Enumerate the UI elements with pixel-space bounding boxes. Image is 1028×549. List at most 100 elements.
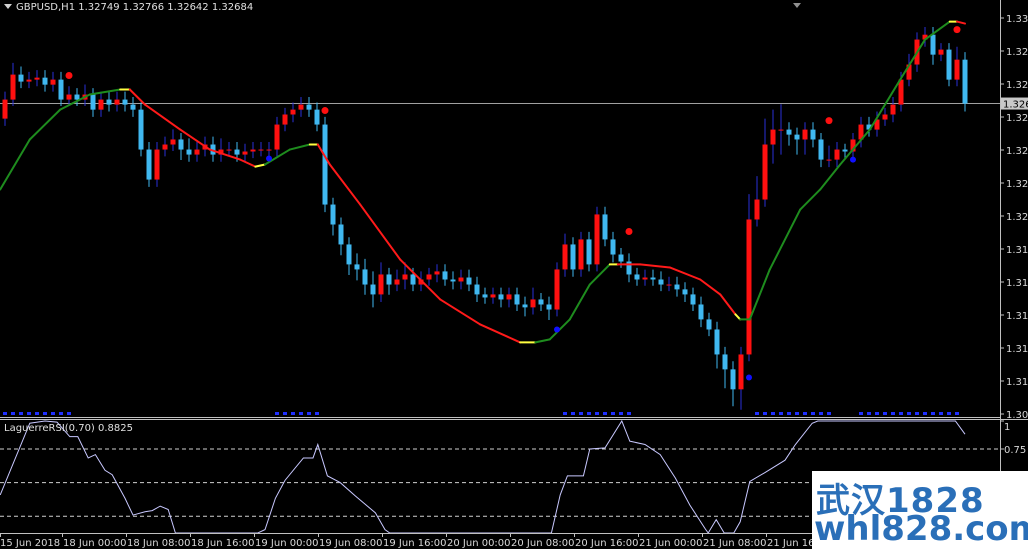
candle-body [730,369,736,390]
sell-signal-dot [625,228,633,236]
candle-body [266,149,272,151]
candle-body [18,74,24,82]
signal-bar-marker [771,412,775,415]
candle-body [458,277,464,282]
chart-title: GBPUSD,H1 1.32749 1.32766 1.32642 1.3268… [4,2,253,13]
buy-signal-dot [746,374,752,381]
x-tick-label: 21 Jun 00:00 [639,538,703,549]
candle-body [834,149,840,160]
candle-body [282,114,288,125]
candle-body [762,144,768,200]
candle-body [786,129,792,135]
dropdown-triangle-icon[interactable] [4,4,12,9]
candle-body [746,219,752,355]
candle-body [306,104,312,110]
candle-body [530,299,536,308]
signal-bar-marker [619,412,623,415]
candle-body [250,149,256,152]
x-tick-label: 20 Jun 16:00 [575,538,639,549]
candle-body [194,149,200,155]
candle-body [498,294,504,300]
signal-bar-marker [955,412,959,415]
candle-body [754,199,760,220]
candle-body [690,294,696,305]
y-tick-label: 1.320 [1006,212,1028,223]
sell-signal-dot [953,26,961,34]
candle-body [378,274,384,295]
candle-body [370,284,376,295]
candle-body [114,99,120,105]
signal-bar-marker [563,412,567,415]
y-tick-label: 1.315 [1006,311,1028,322]
buy-signal-dot [266,155,272,162]
y-tick-label: 1.318 [1006,245,1028,256]
candle-body [178,139,184,150]
signal-bar-marker [947,412,951,415]
watermark-line2: whl828.com [814,509,1028,549]
candle-body [586,239,592,265]
candle-body [338,224,344,245]
x-tick-label: 19 Jun 00:00 [255,538,319,549]
signal-bar-marker [51,412,55,415]
signal-bar-marker [595,412,599,415]
x-tick-label: 19 Jun 16:00 [383,538,447,549]
x-tick-label: 19 Jun 08:00 [319,538,383,549]
signal-bar-marker [795,412,799,415]
candle-body [618,254,624,262]
candle-body [226,149,232,151]
candle-body [650,277,656,280]
candle-body [490,294,496,298]
candle-body [426,274,432,280]
candle-body [898,79,904,105]
price-chart[interactable]: 1.331 1.329 1.328 1.326 1.324 1.322 1.320 1.318… [0,0,1028,549]
candle-body [66,94,72,100]
candle-body [234,149,240,155]
candle-body [474,284,480,295]
rsi-y-tick-label: 0.75 [1004,445,1026,456]
x-tick-label: 18 Jun 00:00 [63,538,127,549]
candle-body [42,77,48,85]
candle-body [466,277,472,285]
signal-bar-marker [611,412,615,415]
candle-body [562,244,568,270]
signal-bar-marker [283,412,287,415]
candle-body [450,279,456,282]
candle-body [890,104,896,115]
signal-bar-marker [275,412,279,415]
candle-body [330,204,336,225]
signal-bar-marker [827,412,831,415]
signal-bar-marker [307,412,311,415]
sell-signal-dot [321,107,329,115]
candle-body [946,49,952,80]
signal-bar-marker [35,412,39,415]
candle-body [106,99,112,105]
candle [962,52,968,112]
candle-body [258,149,264,151]
candle-body [658,279,664,285]
candle-body [58,79,64,100]
candle-body [930,34,936,55]
x-tick-label: 20 Jun 08:00 [511,538,575,549]
watermark: 武汉1828 whl828.com [812,471,1028,549]
x-tick-label: 18 Jun 16:00 [191,538,255,549]
candle-body [274,124,280,150]
candle-body [34,77,40,80]
signal-bar-marker [931,412,935,415]
x-tick-label: 21 Jun 08:00 [703,538,767,549]
signal-bar-marker [579,412,583,415]
candle-body [642,277,648,280]
candle-body [610,239,616,255]
candle-body [354,264,360,270]
candle [554,262,560,317]
candle-body [778,129,784,131]
candle-body [602,214,608,240]
signal-bar-marker [627,412,631,415]
candle-body [938,49,944,55]
candle-body [314,109,320,125]
signal-bar-marker [867,412,871,415]
signal-bar-marker [27,412,31,415]
candle-body [666,284,672,286]
signal-bar-marker [19,412,23,415]
current-price-label: 1.326 [1003,100,1028,111]
signal-bar-marker [915,412,919,415]
